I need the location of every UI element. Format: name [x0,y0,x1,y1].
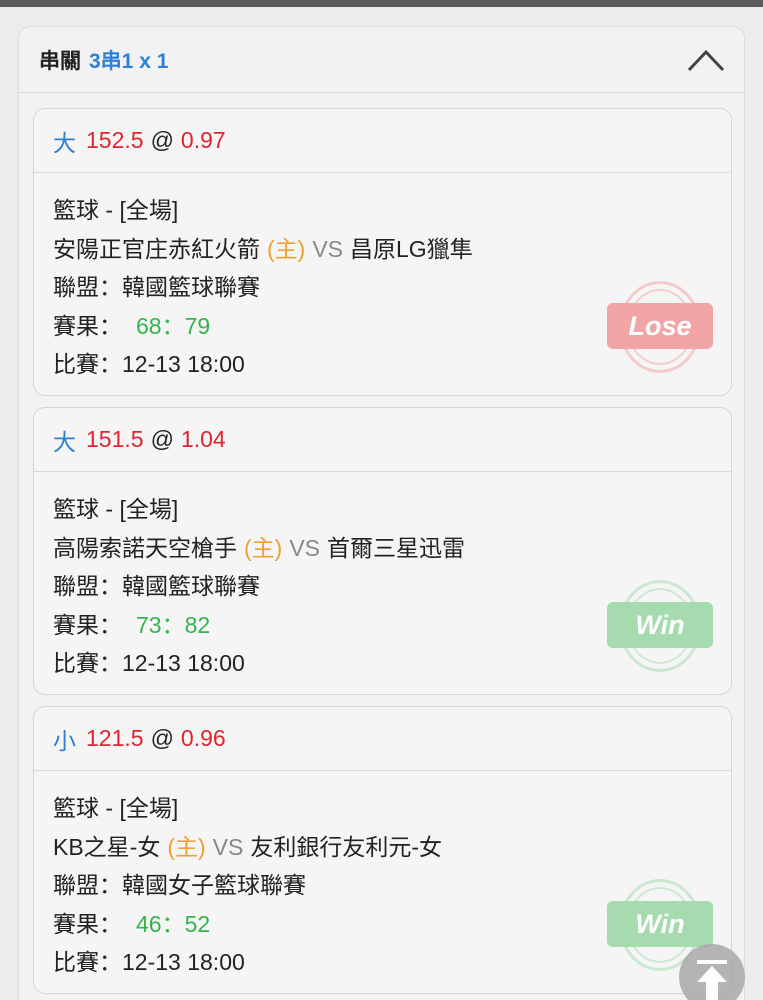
bet-match: 高陽索諾天空槍手 (主) VS 首爾三星迅雷 [53,529,731,568]
win-stamp: Win [607,578,713,674]
bet-at: @ [150,725,174,751]
away-team: 友利銀行友利元-女 [250,833,443,860]
home-team: KB之星-女 [53,833,161,860]
vs-label: VS [289,534,321,561]
time-value: 12-13 18:00 [122,949,245,975]
stamp-label: Lose [607,303,713,349]
bet-at: @ [150,127,174,153]
home-tag: (主) [244,534,283,561]
stamp-label: Win [607,602,713,648]
result-score: 68：79 [136,312,211,339]
bet-pick: 大 [53,428,76,455]
parlay-combo: 3串1 x 1 [89,49,169,73]
bet-sport: 籃球 - [全場] [53,795,179,821]
bet-odds: 0.97 [180,127,226,153]
time-label: 比賽： [53,949,122,975]
scroll-top-button[interactable] [679,944,745,1000]
parlay-header[interactable]: 串關 3串1 x 1 [19,27,744,93]
time-label: 比賽： [53,351,122,377]
bet-match: 安陽正官庄赤紅火箭 (主) VS 昌原LG獵隼 [53,230,731,269]
bet-card: 大 152.5 @ 0.97 籃球 - [全場] 安陽正官庄赤紅火箭 (主) VS 昌… [33,108,732,396]
bet-odds: 0.96 [180,725,226,751]
vs-label: VS [312,235,344,262]
league-label: 聯盟： [53,274,122,300]
result-label: 賽果： [53,312,122,339]
league-label: 聯盟： [53,872,122,898]
bet-line: 152.5 [86,127,144,153]
chevron-up-icon[interactable] [686,47,726,73]
bet-sport: 籃球 - [全場] [53,197,179,223]
bet-selection: 大 152.5 @ 0.97 [34,109,731,173]
away-team: 昌原LG獵隼 [350,235,473,262]
result-label: 賽果： [53,611,122,638]
home-team: 高陽索諾天空槍手 [53,534,237,561]
result-score: 46：52 [136,910,211,937]
league-value: 韓國籃球聯賽 [122,573,260,599]
parlay-title: 串關 [39,49,81,73]
bet-pick: 大 [53,129,76,156]
home-team: 安陽正官庄赤紅火箭 [53,235,260,262]
time-value: 12-13 18:00 [122,351,245,377]
lose-stamp: Lose [607,279,713,375]
arrow-up-icon [697,960,727,1000]
result-label: 賽果： [53,910,122,937]
bet-sport: 籃球 - [全場] [53,496,179,522]
bet-at: @ [150,426,174,452]
bet-selection: 大 151.5 @ 1.04 [34,408,731,472]
bet-pick: 小 [53,727,76,754]
league-label: 聯盟： [53,573,122,599]
league-value: 韓國籃球聯賽 [122,274,260,300]
bet-match: KB之星-女 (主) VS 友利銀行友利元-女 [53,828,731,867]
time-label: 比賽： [53,650,122,676]
bet-odds: 1.04 [180,426,226,452]
bet-card: 小 121.5 @ 0.96 籃球 - [全場] KB之星-女 (主) VS 友利銀行… [33,706,732,994]
bet-line: 151.5 [86,426,144,452]
time-value: 12-13 18:00 [122,650,245,676]
parlay-panel: 串關 3串1 x 1 大 152.5 @ 0.97 籃球 - [全場] 安陽正官… [18,26,745,1000]
home-tag: (主) [267,235,306,262]
vs-label: VS [212,833,244,860]
league-value: 韓國女子籃球聯賽 [122,872,306,898]
result-score: 73：82 [136,611,211,638]
top-status-bar [0,0,763,7]
home-tag: (主) [167,833,206,860]
bet-line: 121.5 [86,725,144,751]
bet-selection: 小 121.5 @ 0.96 [34,707,731,771]
away-team: 首爾三星迅雷 [327,534,466,561]
bet-card: 大 151.5 @ 1.04 籃球 - [全場] 高陽索諾天空槍手 (主) VS 首爾… [33,407,732,695]
stamp-label: Win [607,901,713,947]
